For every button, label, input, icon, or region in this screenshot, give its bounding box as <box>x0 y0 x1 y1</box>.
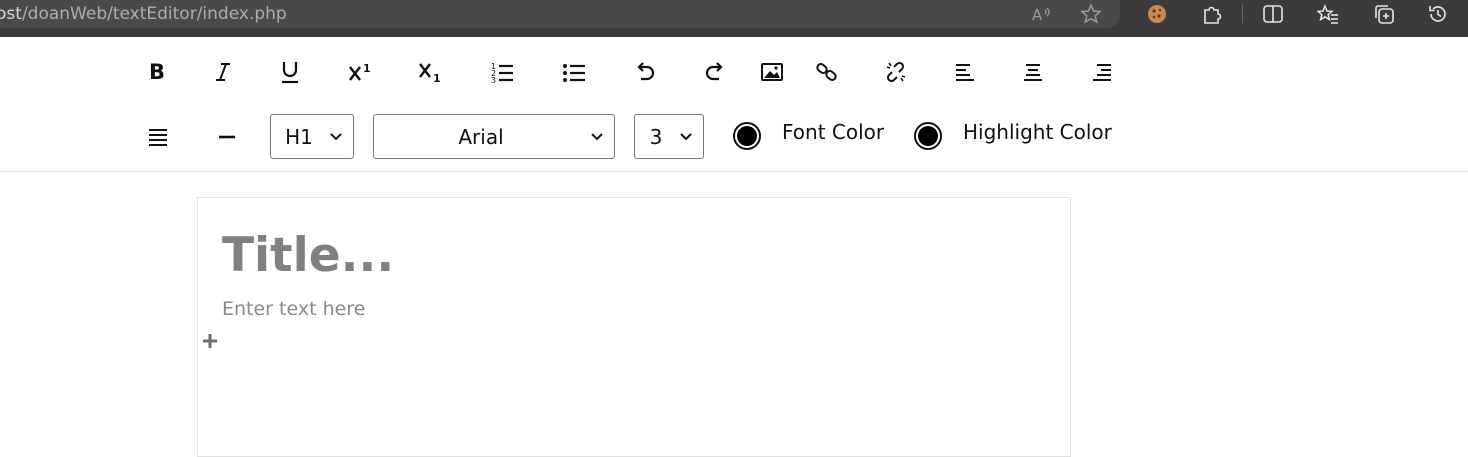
highlight-color-swatch <box>918 126 938 146</box>
svg-text:A: A <box>1032 6 1043 24</box>
ordered-list-button[interactable]: 123 <box>487 57 517 87</box>
font-family-select[interactable]: Arial <box>373 114 615 159</box>
superscript-button[interactable]: 1 <box>345 57 375 87</box>
favorite-star-icon[interactable] <box>1080 3 1102 25</box>
align-right-button[interactable] <box>1087 57 1117 87</box>
undo-button[interactable] <box>630 57 660 87</box>
history-icon[interactable] <box>1427 3 1449 25</box>
insert-link-button[interactable] <box>812 57 842 87</box>
underline-button[interactable] <box>275 57 305 87</box>
justify-icon <box>149 129 167 146</box>
address-url[interactable]: ost/doanWeb/textEditor/index.php <box>0 4 287 24</box>
font-size-select-value: 3 <box>649 124 663 149</box>
bold-button[interactable]: B <box>142 57 172 87</box>
unordered-list-button[interactable] <box>559 57 589 87</box>
highlight-color-picker[interactable] <box>914 122 942 150</box>
subscript-icon: 1 <box>419 63 441 84</box>
chevron-down-icon <box>677 132 695 142</box>
superscript-icon: 1 <box>349 62 371 81</box>
body-input[interactable]: Enter text here <box>222 298 365 320</box>
font-color-picker[interactable] <box>733 122 761 150</box>
read-aloud-icon[interactable]: A <box>1030 3 1052 25</box>
title-input[interactable]: Title... <box>222 228 394 283</box>
align-left-button[interactable] <box>950 57 980 87</box>
image-icon <box>761 63 783 81</box>
cookie-extension-icon[interactable] <box>1146 3 1168 25</box>
unlink-button[interactable] <box>881 57 911 87</box>
favorites-list-icon[interactable] <box>1316 3 1339 25</box>
svg-text:3: 3 <box>491 76 496 83</box>
font-size-select[interactable]: 3 <box>634 114 704 159</box>
unordered-list-icon <box>563 64 585 82</box>
collections-icon[interactable] <box>1373 3 1395 25</box>
toolbar-separator <box>1242 4 1243 23</box>
italic-icon <box>216 63 230 81</box>
unlink-icon <box>886 61 906 83</box>
highlight-color-label: Highlight Color <box>963 120 1112 144</box>
bold-icon: B <box>148 60 165 84</box>
justify-button[interactable] <box>143 122 173 152</box>
redo-icon <box>705 62 723 81</box>
italic-button[interactable] <box>208 57 238 87</box>
font-color-swatch <box>737 126 757 146</box>
toolbar-divider <box>0 171 1468 172</box>
split-screen-icon[interactable] <box>1262 3 1284 25</box>
ordered-list-icon: 123 <box>491 62 513 83</box>
svg-text:1: 1 <box>363 62 371 75</box>
align-left-icon <box>956 64 974 81</box>
editor-area[interactable]: Title... Enter text here <box>197 197 1071 457</box>
link-icon <box>816 63 837 81</box>
chevron-down-icon <box>327 132 345 142</box>
font-family-select-value: Arial <box>458 124 504 149</box>
add-block-button[interactable] <box>200 331 220 351</box>
address-bar[interactable]: ost/doanWeb/textEditor/index.php <box>0 0 1120 28</box>
minus-icon <box>219 135 235 139</box>
align-center-button[interactable] <box>1018 57 1048 87</box>
horizontal-rule-button[interactable] <box>212 122 242 152</box>
extensions-puzzle-icon[interactable] <box>1201 3 1223 25</box>
heading-select[interactable]: H1 <box>270 114 354 159</box>
underline-icon <box>282 62 298 84</box>
insert-image-button[interactable] <box>757 57 787 87</box>
heading-select-value: H1 <box>285 124 313 149</box>
align-right-icon <box>1093 64 1111 81</box>
redo-button[interactable] <box>700 57 730 87</box>
chevron-down-icon <box>588 132 606 142</box>
font-color-label: Font Color <box>782 120 885 144</box>
subscript-button[interactable]: 1 <box>415 57 445 87</box>
plus-icon <box>203 334 217 348</box>
align-center-icon <box>1024 64 1042 81</box>
undo-icon <box>637 62 655 81</box>
svg-text:1: 1 <box>433 72 441 84</box>
browser-toolbar: ost/doanWeb/textEditor/index.php A <box>0 0 1468 37</box>
